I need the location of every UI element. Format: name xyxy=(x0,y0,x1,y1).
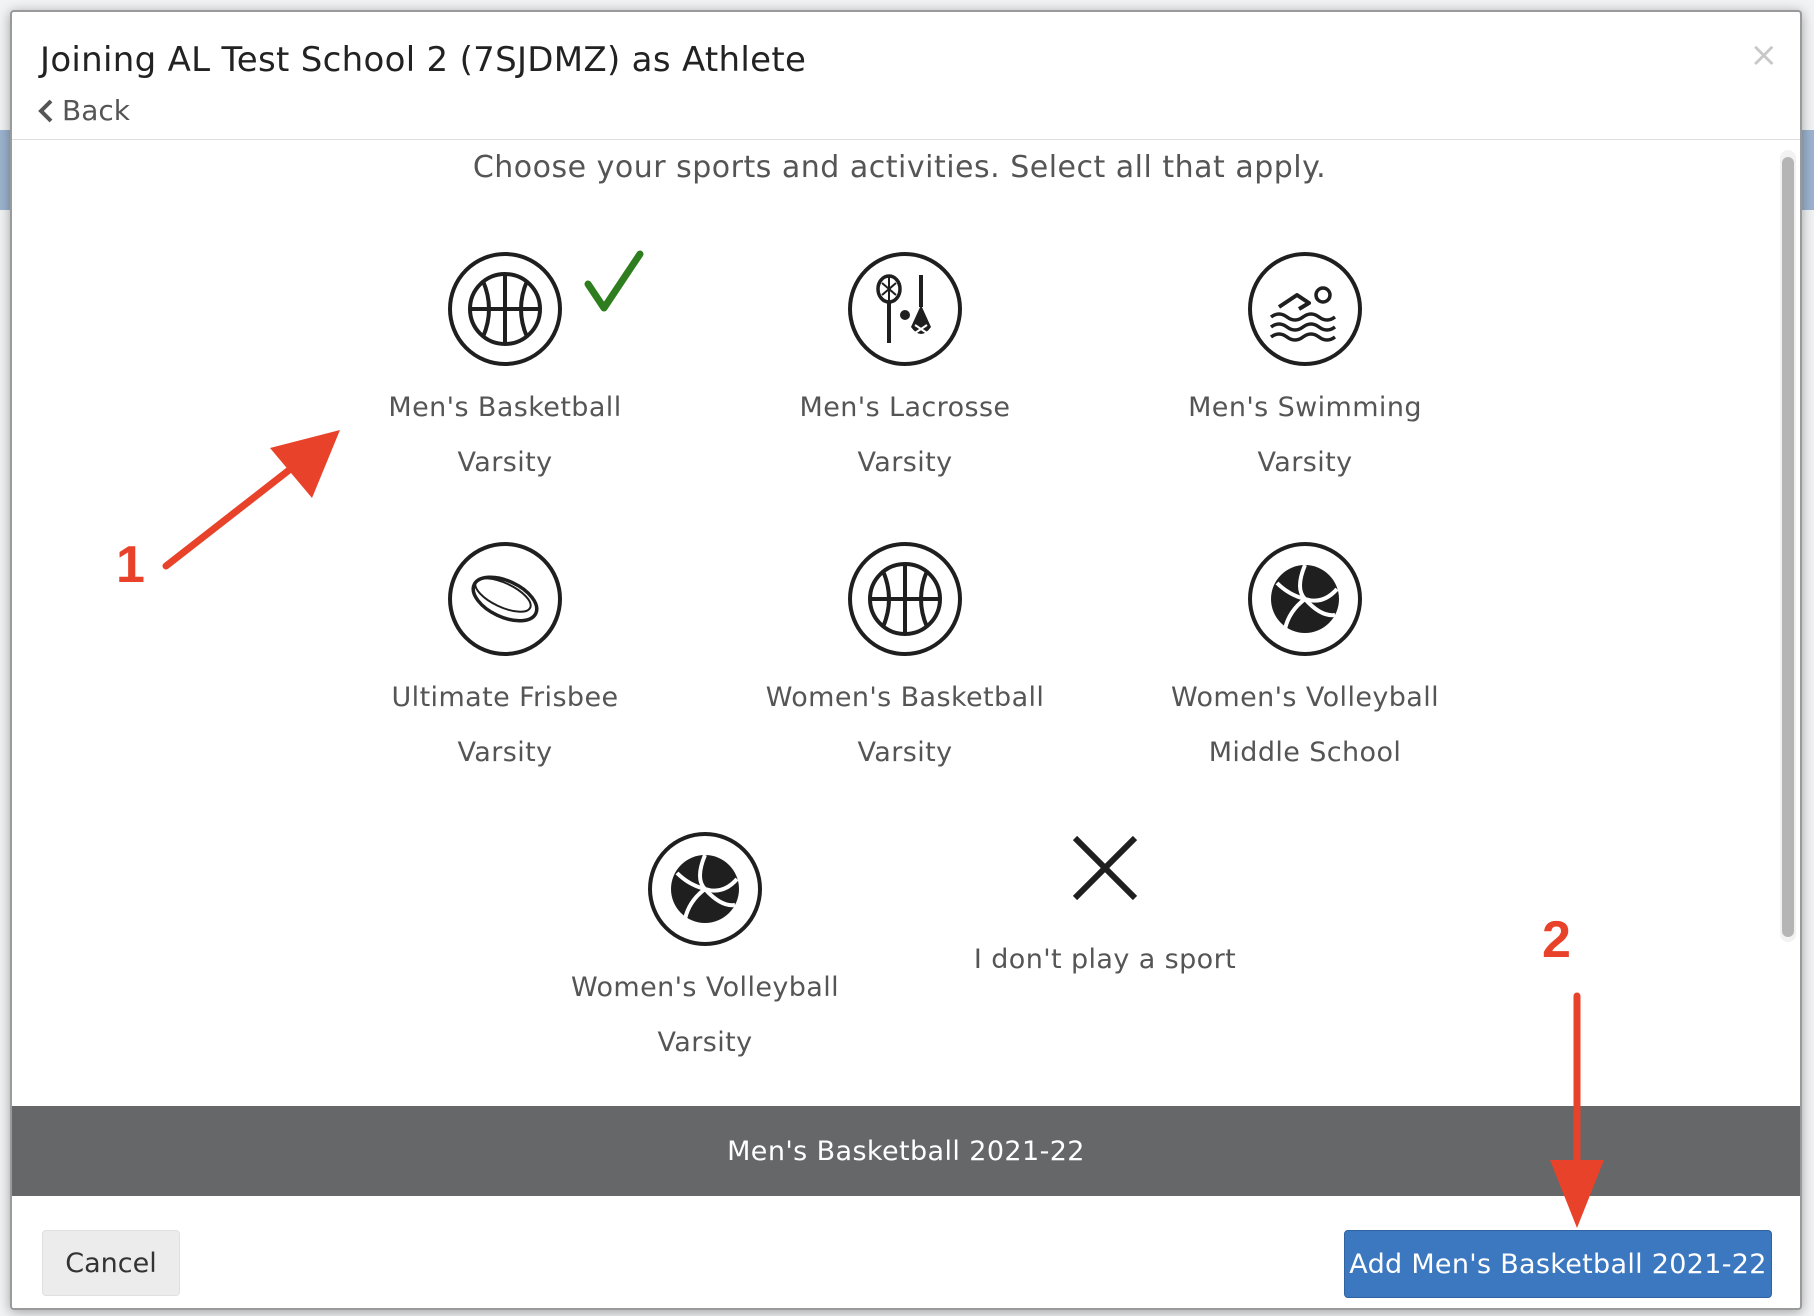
sport-icon-circle xyxy=(648,832,762,946)
annotation-arrow-icon xyxy=(162,430,340,570)
back-label: Back xyxy=(62,94,130,127)
sport-name: Men's Lacrosse xyxy=(799,392,1011,423)
modal-title: Joining AL Test School 2 (7SJDMZ) as Ath… xyxy=(40,40,807,80)
modal-body: Choose your sports and activities. Selec… xyxy=(12,140,1800,1114)
sport-icon-circle xyxy=(848,252,962,366)
background-strip xyxy=(1800,130,1814,210)
basketball-icon xyxy=(868,562,942,636)
sport-name: Men's Basketball xyxy=(388,392,622,423)
selection-summary-text: Men's Basketball 2021-22 xyxy=(727,1135,1085,1167)
sport-name: Women's Volleyball xyxy=(1170,682,1440,713)
annotation-step-1: 1 xyxy=(116,536,145,594)
sport-level: Varsity xyxy=(457,447,553,478)
sport-option-mens-swimming[interactable]: Men's Swimming Varsity xyxy=(1145,252,1465,478)
sport-level: Varsity xyxy=(657,1027,753,1058)
annotation-step-2: 2 xyxy=(1542,911,1571,969)
sport-level: Varsity xyxy=(457,737,553,768)
sport-option-mens-lacrosse[interactable]: Men's Lacrosse Varsity xyxy=(745,252,1065,478)
swimming-icon xyxy=(1269,286,1337,342)
sport-icon-circle xyxy=(1248,252,1362,366)
sport-option-ultimate-frisbee[interactable]: Ultimate Frisbee Varsity xyxy=(345,542,665,768)
sport-name: Men's Swimming xyxy=(1188,392,1422,423)
sport-name: Women's Basketball xyxy=(765,682,1045,713)
selection-summary-bar: Men's Basketball 2021-22 xyxy=(12,1106,1800,1196)
sport-level: Varsity xyxy=(857,447,953,478)
modal-header: Joining AL Test School 2 (7SJDMZ) as Ath… xyxy=(12,12,1800,140)
background-strip xyxy=(0,130,10,210)
scrollbar-thumb[interactable] xyxy=(1782,157,1794,937)
sport-option-womens-volleyball-varsity[interactable]: Women's Volleyball Varsity xyxy=(545,832,865,1058)
checkmark-icon xyxy=(584,250,644,312)
sport-level: Middle School xyxy=(1208,737,1402,768)
sport-icon-circle xyxy=(448,252,562,366)
modal-footer: Cancel Add Men's Basketball 2021-22 xyxy=(12,1196,1800,1308)
volleyball-icon xyxy=(671,854,739,923)
back-link[interactable]: Back xyxy=(36,94,130,127)
instructions-text: Choose your sports and activities. Selec… xyxy=(472,150,1327,185)
x-icon xyxy=(1072,835,1138,901)
sport-level: Varsity xyxy=(1257,447,1353,478)
add-team-button[interactable]: Add Men's Basketball 2021-22 xyxy=(1344,1230,1772,1298)
lacrosse-icon xyxy=(876,274,931,343)
frisbee-icon xyxy=(471,575,539,623)
no-sport-option[interactable]: I don't play a sport xyxy=(945,832,1265,975)
cancel-button[interactable]: Cancel xyxy=(42,1230,180,1296)
sport-option-womens-basketball[interactable]: Women's Basketball Varsity xyxy=(745,542,1065,768)
sport-option-womens-volleyball-ms[interactable]: Women's Volleyball Middle School xyxy=(1145,542,1465,768)
sport-name: Women's Volleyball xyxy=(570,972,840,1003)
no-sport-label: I don't play a sport xyxy=(973,944,1237,975)
join-team-modal: Joining AL Test School 2 (7SJDMZ) as Ath… xyxy=(10,10,1802,1310)
basketball-icon xyxy=(468,272,542,346)
sport-icon-circle xyxy=(1248,542,1362,656)
chevron-left-icon xyxy=(38,99,53,122)
sport-name: Ultimate Frisbee xyxy=(391,682,619,713)
sport-icon-circle xyxy=(448,542,562,656)
sport-icon-circle xyxy=(848,542,962,656)
sport-level: Varsity xyxy=(857,737,953,768)
close-icon[interactable]: × xyxy=(1750,38,1779,72)
volleyball-icon xyxy=(1271,564,1339,633)
